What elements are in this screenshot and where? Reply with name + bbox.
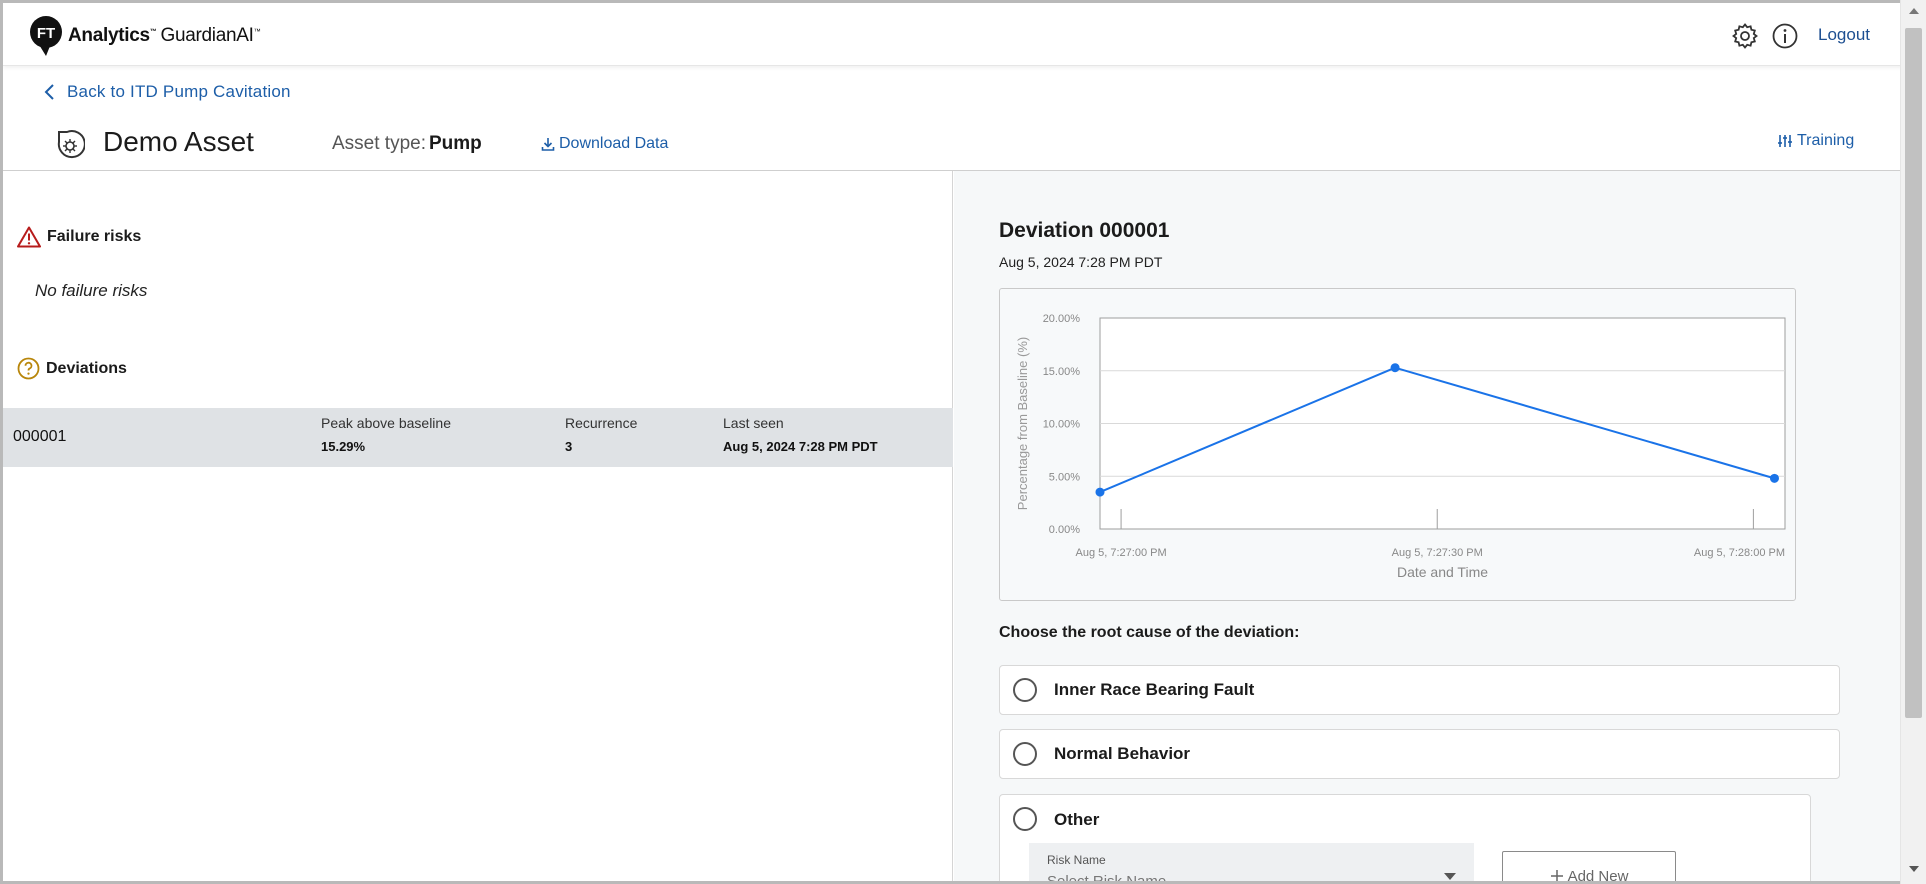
x-axis-label: Date and Time	[1397, 564, 1488, 580]
option-label: Normal Behavior	[1054, 744, 1191, 763]
app-logo[interactable]: FT Analytics™ GuardianAI™	[30, 16, 261, 56]
plus-icon	[1550, 870, 1563, 881]
y-tick-label: 0.00%	[1049, 524, 1080, 536]
scroll-down-arrow-icon[interactable]	[1909, 866, 1919, 872]
right-panel: Deviation 000001 Aug 5, 2024 7:28 PM PDT…	[954, 171, 1903, 884]
app-frame: FT Analytics™ GuardianAI™ Logout Back to…	[0, 0, 1926, 884]
y-tick-label: 5.00%	[1049, 471, 1080, 483]
risk-name-select[interactable]: Risk Name Select Risk Name	[1029, 843, 1474, 884]
y-tick-label: 15.00%	[1043, 366, 1081, 378]
x-tick-label: Aug 5, 7:28:00 PM	[1694, 547, 1785, 559]
asset-type: Asset type: Pump	[332, 133, 482, 155]
deviation-chart: 0.00% 5.00% 10.00% 15.00% 20.00% Aug 5, 7:27:…	[999, 288, 1796, 601]
deviation-row[interactable]: 000001 Peak above baseline 15.29% Recurr…	[3, 408, 953, 467]
radio-inner-race-bearing-fault[interactable]	[1013, 678, 1037, 702]
logo-brand-tm: ™	[149, 28, 157, 36]
y-axis-label: Percentage from Baseline (%)	[1015, 337, 1030, 510]
deviation-id: 000001	[13, 428, 67, 445]
back-link[interactable]: Back to ITD Pump Cavitation	[43, 82, 291, 102]
sliders-icon	[1778, 135, 1792, 147]
y-tick-label: 10.00%	[1043, 419, 1081, 431]
logo-badge-text: FT	[37, 25, 55, 42]
gear-icon[interactable]	[1731, 22, 1759, 50]
deviation-date: Aug 5, 2024 7:28 PM PDT	[999, 254, 1163, 270]
training-button[interactable]: Training	[1777, 132, 1854, 150]
deviations-heading: Deviations	[17, 357, 127, 380]
recurrence-column: Recurrence 3	[565, 415, 637, 454]
left-panel: Failure risks No failure risks Deviation…	[3, 171, 953, 881]
radio-other[interactable]	[1013, 807, 1037, 831]
scrollbar-thumb[interactable]	[1905, 28, 1922, 718]
root-cause-question: Choose the root cause of the deviation:	[999, 624, 1300, 641]
asset-type-label: Asset type:	[332, 133, 426, 154]
risk-name-label: Risk Name	[1047, 853, 1106, 867]
back-link-label: Back to ITD Pump Cavitation	[67, 82, 291, 101]
deviation-title: Deviation 000001	[999, 219, 1170, 242]
asset-name: Demo Asset	[103, 126, 254, 157]
download-icon	[541, 138, 555, 151]
add-new-label: Add New	[1567, 867, 1629, 884]
failure-risks-heading: Failure risks	[17, 226, 141, 248]
peak-column: Peak above baseline 15.29%	[321, 415, 451, 454]
recurrence-label: Recurrence	[565, 415, 638, 431]
logo-product-tm: ™	[253, 28, 261, 36]
logo-brand: Analytics™	[68, 25, 157, 47]
pump-asset-icon	[53, 128, 86, 160]
recurrence-value: 3	[565, 439, 573, 454]
risk-name-placeholder: Select Risk Name	[1047, 873, 1167, 884]
logout-link[interactable]: Logout	[1818, 25, 1870, 45]
add-new-button[interactable]: Add New	[1502, 851, 1676, 884]
logo-product-text: GuardianAI	[160, 25, 254, 46]
option-label: Inner Race Bearing Fault	[1054, 680, 1255, 699]
data-point	[1390, 363, 1400, 373]
download-data-link[interactable]: Download Data	[541, 135, 668, 153]
top-bar: FT Analytics™ GuardianAI™ Logout	[3, 3, 1903, 66]
last-seen-label: Last seen	[723, 415, 784, 431]
asset-type-value: Pump	[429, 133, 482, 154]
failure-risks-title: Failure risks	[47, 228, 142, 245]
chart-svg: 0.00% 5.00% 10.00% 15.00% 20.00% Aug 5, 7:27:…	[1015, 313, 1786, 580]
training-label: Training	[1797, 132, 1855, 149]
last-seen-value: Aug 5, 2024 7:28 PM PDT	[723, 439, 878, 454]
info-icon[interactable]	[1771, 22, 1799, 50]
download-data-label: Download Data	[559, 135, 669, 152]
radio-normal-behavior[interactable]	[1013, 742, 1037, 766]
data-point	[1095, 487, 1105, 497]
question-circle-icon	[17, 357, 40, 380]
peak-label: Peak above baseline	[321, 415, 451, 431]
ft-logo-icon: FT	[30, 16, 66, 56]
option-label: Other	[1054, 810, 1100, 829]
page-scrollbar[interactable]	[1900, 0, 1926, 884]
warning-icon	[17, 226, 41, 248]
no-failure-risks-text: No failure risks	[35, 281, 148, 300]
data-point	[1769, 473, 1779, 483]
logo-brand-text: Analytics	[68, 25, 150, 46]
option-other[interactable]: Other Risk Name Select Risk Name Add New	[999, 794, 1811, 884]
chevron-left-icon	[44, 84, 54, 100]
caret-down-icon	[1444, 873, 1456, 880]
y-tick-label: 20.00%	[1043, 313, 1081, 325]
option-inner-race-bearing-fault[interactable]: Inner Race Bearing Fault	[999, 665, 1840, 715]
x-tick-label: Aug 5, 7:27:30 PM	[1392, 547, 1483, 559]
scroll-up-arrow-icon[interactable]	[1909, 8, 1919, 14]
option-normal-behavior[interactable]: Normal Behavior	[999, 729, 1840, 779]
deviations-title: Deviations	[46, 359, 127, 377]
logo-product: GuardianAI™	[160, 25, 260, 47]
peak-value: 15.29%	[321, 439, 366, 454]
last-seen-column: Last seen Aug 5, 2024 7:28 PM PDT	[723, 415, 878, 454]
x-tick-label: Aug 5, 7:27:00 PM	[1076, 547, 1167, 559]
